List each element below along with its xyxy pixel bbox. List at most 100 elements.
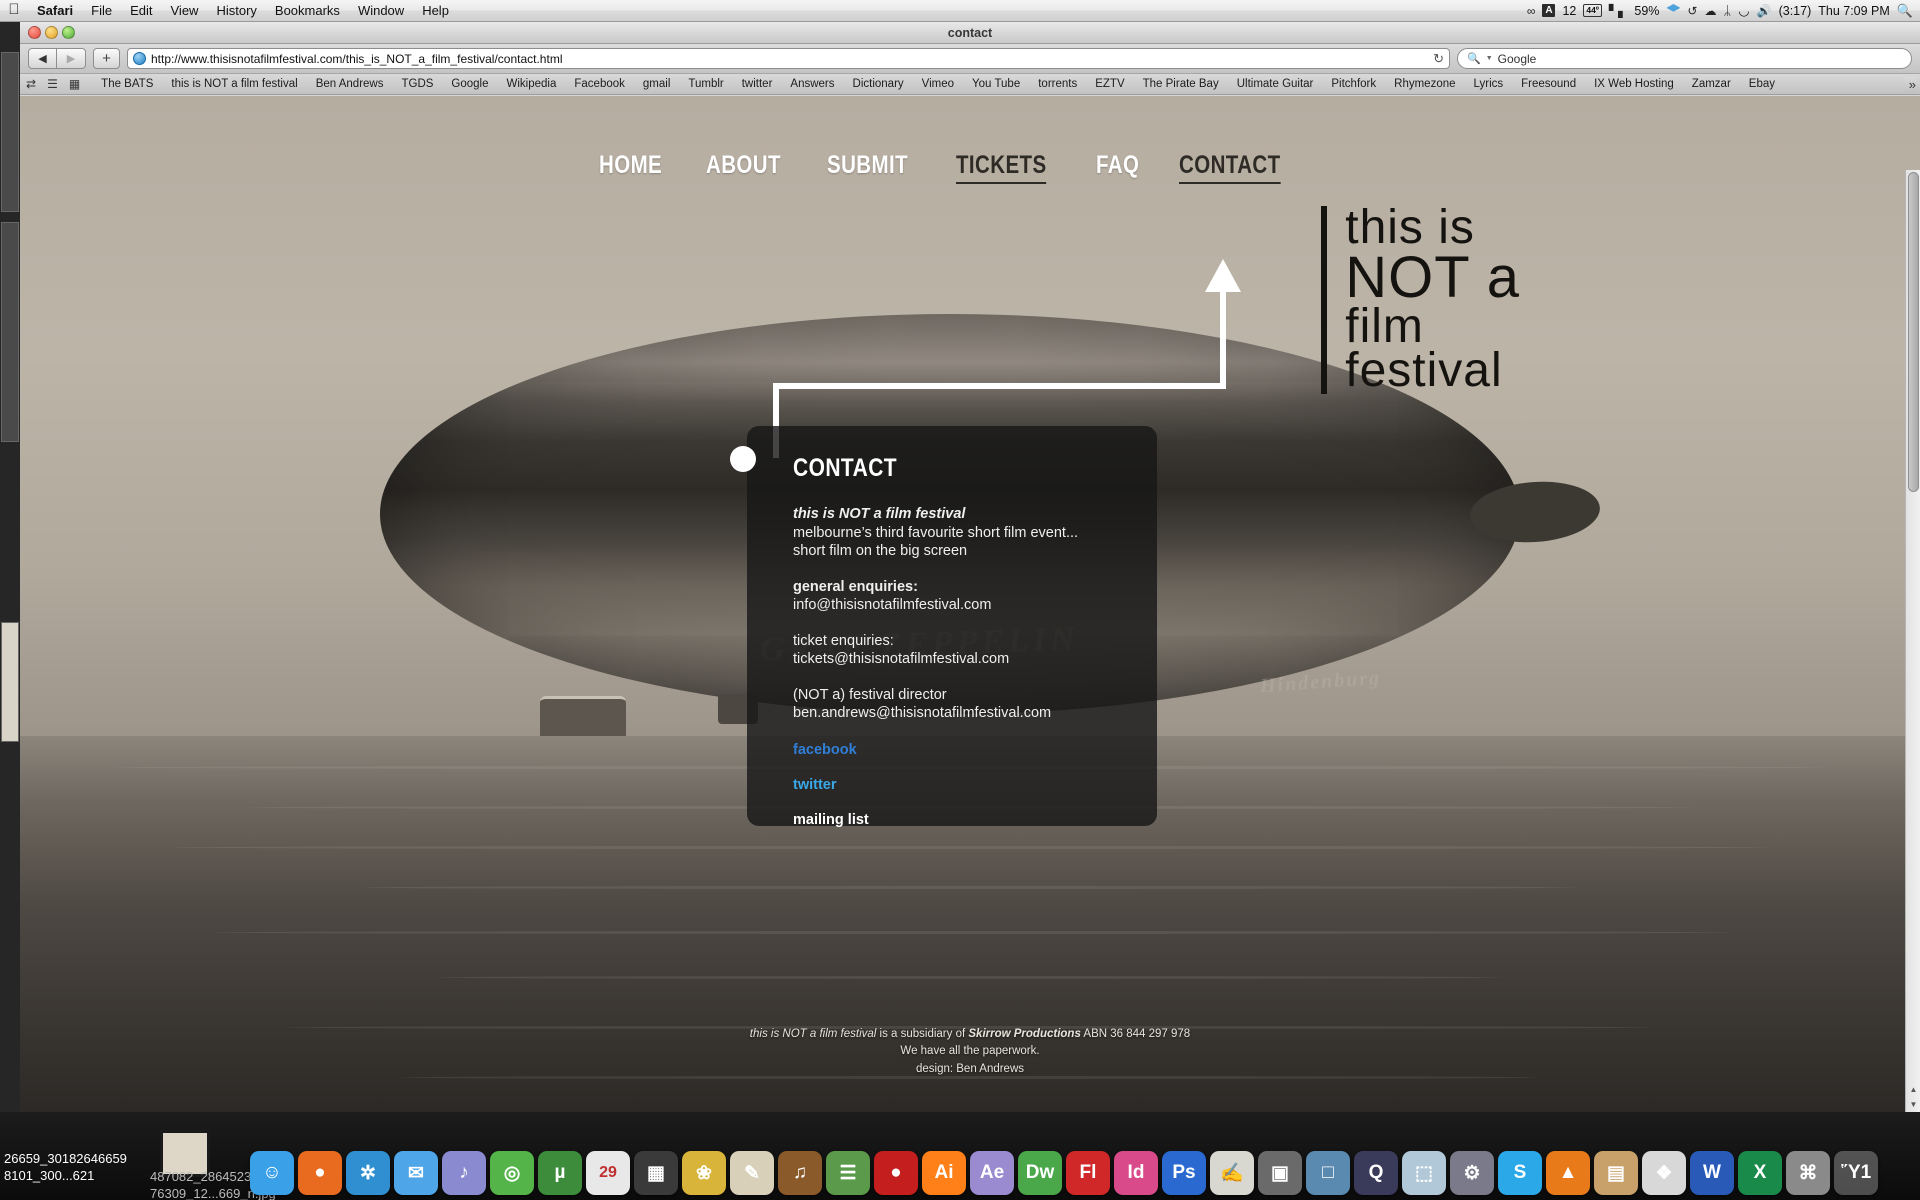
bookmark-rhymezone[interactable]: Rhymezone	[1385, 78, 1464, 90]
bookmark-this-is-not-a-film-festival[interactable]: this is NOT a film festival	[162, 78, 306, 90]
chevron-down-icon[interactable]: ▼	[1486, 55, 1493, 62]
bookmarks-overflow-icon[interactable]: »	[1903, 76, 1916, 92]
dreamweaver-icon[interactable]: Dw	[1018, 1151, 1062, 1195]
bookmark-twitter[interactable]: twitter	[733, 78, 782, 90]
cloud-icon[interactable]: ☁	[1704, 5, 1716, 17]
bookmark-gmail[interactable]: gmail	[634, 78, 679, 90]
final-cut-icon[interactable]: ▦	[634, 1151, 678, 1195]
search-field[interactable]: 🔍 ▼ Google	[1457, 48, 1912, 69]
bookmark-ix-web-hosting[interactable]: IX Web Hosting	[1585, 78, 1683, 90]
menu-file[interactable]: File	[82, 0, 121, 22]
indesign-icon[interactable]: Id	[1114, 1151, 1158, 1195]
chrome-icon[interactable]: ◎	[490, 1151, 534, 1195]
mail-icon[interactable]: ✉	[394, 1151, 438, 1195]
link-mailing-list[interactable]: mailing list	[793, 812, 1157, 828]
bookmark-answers[interactable]: Answers	[781, 78, 843, 90]
word-icon[interactable]: W	[1690, 1151, 1734, 1195]
address-bar[interactable]: http://www.thisisnotafilmfestival.com/th…	[127, 48, 1450, 69]
top-sites-icon[interactable]: ▦	[69, 77, 80, 91]
safari-icon[interactable]: ✲	[346, 1151, 390, 1195]
nav-contact[interactable]: CONTACT	[1179, 151, 1281, 184]
quicktime-icon[interactable]: Q	[1354, 1151, 1398, 1195]
utility-icon[interactable]: ⌘	[1786, 1151, 1830, 1195]
link-facebook[interactable]: facebook	[793, 742, 1157, 758]
appstore-icon[interactable]: ☰	[826, 1151, 870, 1195]
background-window-2[interactable]	[1, 222, 19, 442]
menu-safari[interactable]: Safari	[28, 0, 82, 22]
bookmark-the-pirate-bay[interactable]: The Pirate Bay	[1134, 78, 1228, 90]
background-window-3[interactable]	[1, 622, 19, 742]
bookmark-vimeo[interactable]: Vimeo	[913, 78, 963, 90]
bookmark-wikipedia[interactable]: Wikipedia	[498, 78, 566, 90]
close-button[interactable]	[28, 26, 41, 39]
bluetooth-icon[interactable]: ᛦ	[1723, 3, 1731, 18]
excel-icon[interactable]: X	[1738, 1151, 1782, 1195]
bookmark-youtube[interactable]: You Tube	[963, 78, 1029, 90]
preview-icon[interactable]: ⬚	[1402, 1151, 1446, 1195]
illustrator-icon[interactable]: Ai	[922, 1151, 966, 1195]
flash-icon[interactable]: Fl	[1066, 1151, 1110, 1195]
bookmark-eztv[interactable]: EZTV	[1086, 78, 1133, 90]
ticket-enquiries-email[interactable]: tickets@thisisnotafilmfestival.com	[793, 650, 1157, 669]
bookmark-facebook[interactable]: Facebook	[565, 78, 634, 90]
photoshop-icon[interactable]: Ps	[1162, 1151, 1206, 1195]
sync-icon[interactable]: ⇄	[26, 77, 36, 91]
minimize-button[interactable]	[45, 26, 58, 39]
itunes-icon[interactable]: ♪	[442, 1151, 486, 1195]
menu-view[interactable]: View	[162, 0, 208, 22]
temperature-badge[interactable]: 44º	[1583, 4, 1602, 17]
textedit-icon[interactable]: ✍	[1210, 1151, 1254, 1195]
page-scrollbar[interactable]: ▲ ▼	[1905, 170, 1920, 1112]
nav-submit[interactable]: SUBMIT	[827, 151, 908, 180]
menu-edit[interactable]: Edit	[121, 0, 161, 22]
bookmark-ebay[interactable]: Ebay	[1740, 78, 1784, 90]
wifi-icon[interactable]: ◡	[1738, 3, 1749, 19]
messages-icon[interactable]: □	[1306, 1151, 1350, 1195]
utorrent-icon[interactable]: µ	[538, 1151, 582, 1195]
garageband-icon[interactable]: ♫	[778, 1151, 822, 1195]
nav-tickets[interactable]: TICKETS	[956, 151, 1047, 184]
background-window-1[interactable]	[1, 52, 19, 212]
iphoto-icon[interactable]: ❖	[1642, 1151, 1686, 1195]
scroll-down-icon[interactable]: ▼	[1906, 1097, 1920, 1112]
finder-icon[interactable]: ☺	[250, 1151, 294, 1195]
spotlight-icon[interactable]: 🔍	[1897, 3, 1913, 19]
bookmark-freesound[interactable]: Freesound	[1512, 78, 1585, 90]
general-enquiries-email[interactable]: info@thisisnotafilmfestival.com	[793, 596, 1157, 615]
scrollbar-thumb[interactable]	[1908, 172, 1919, 492]
vlc-icon[interactable]: ▲	[1546, 1151, 1590, 1195]
pages-icon[interactable]: ✎	[730, 1151, 774, 1195]
festival-director-email[interactable]: ben.andrews@thisisnotafilmfestival.com	[793, 704, 1157, 723]
volume-icon[interactable]: 🔊	[1757, 5, 1772, 17]
bookmark-tumblr[interactable]: Tumblr	[679, 78, 732, 90]
filmstrip-icon[interactable]: ▤	[1594, 1151, 1638, 1195]
menu-window[interactable]: Window	[349, 0, 413, 22]
battery-percent[interactable]: 59%	[1634, 4, 1659, 18]
bookmark-dictionary[interactable]: Dictionary	[844, 78, 913, 90]
menu-help[interactable]: Help	[413, 0, 458, 22]
after-effects-icon[interactable]: Ae	[970, 1151, 1014, 1195]
image-capture-icon[interactable]: ▣	[1258, 1151, 1302, 1195]
back-button[interactable]: ◀	[28, 48, 57, 69]
bookmark-ben-andrews[interactable]: Ben Andrews	[307, 78, 393, 90]
link-twitter[interactable]: twitter	[793, 777, 1157, 793]
firefox-icon[interactable]: ●	[298, 1151, 342, 1195]
add-bookmark-button[interactable]: +	[93, 48, 120, 69]
clock[interactable]: Thu 7:09 PM	[1818, 4, 1890, 18]
adobe-icon[interactable]: A	[1542, 4, 1556, 17]
apple-menu-icon[interactable]: 	[0, 2, 28, 19]
acrobat-icon[interactable]: ●	[874, 1151, 918, 1195]
bookmark-google[interactable]: Google	[442, 78, 497, 90]
trash-icon[interactable]: Ὕ1	[1834, 1151, 1878, 1195]
site-logo[interactable]: this is NOT a film festival	[1321, 204, 1520, 394]
system-prefs-icon[interactable]: ⚙	[1450, 1151, 1494, 1195]
bookmark-zamzar[interactable]: Zamzar	[1683, 78, 1740, 90]
reader-icon[interactable]: ☰	[47, 77, 58, 91]
bookmark-torrents[interactable]: torrents	[1029, 78, 1086, 90]
bookmark-ultimate-guitar[interactable]: Ultimate Guitar	[1228, 78, 1323, 90]
onyx-icon[interactable]: ∞	[1527, 5, 1536, 17]
reload-icon[interactable]: ↻	[1433, 51, 1444, 67]
bookmark-pitchfork[interactable]: Pitchfork	[1322, 78, 1385, 90]
dropbox-icon[interactable]	[1666, 4, 1681, 12]
ical-icon[interactable]: 29	[586, 1151, 630, 1195]
